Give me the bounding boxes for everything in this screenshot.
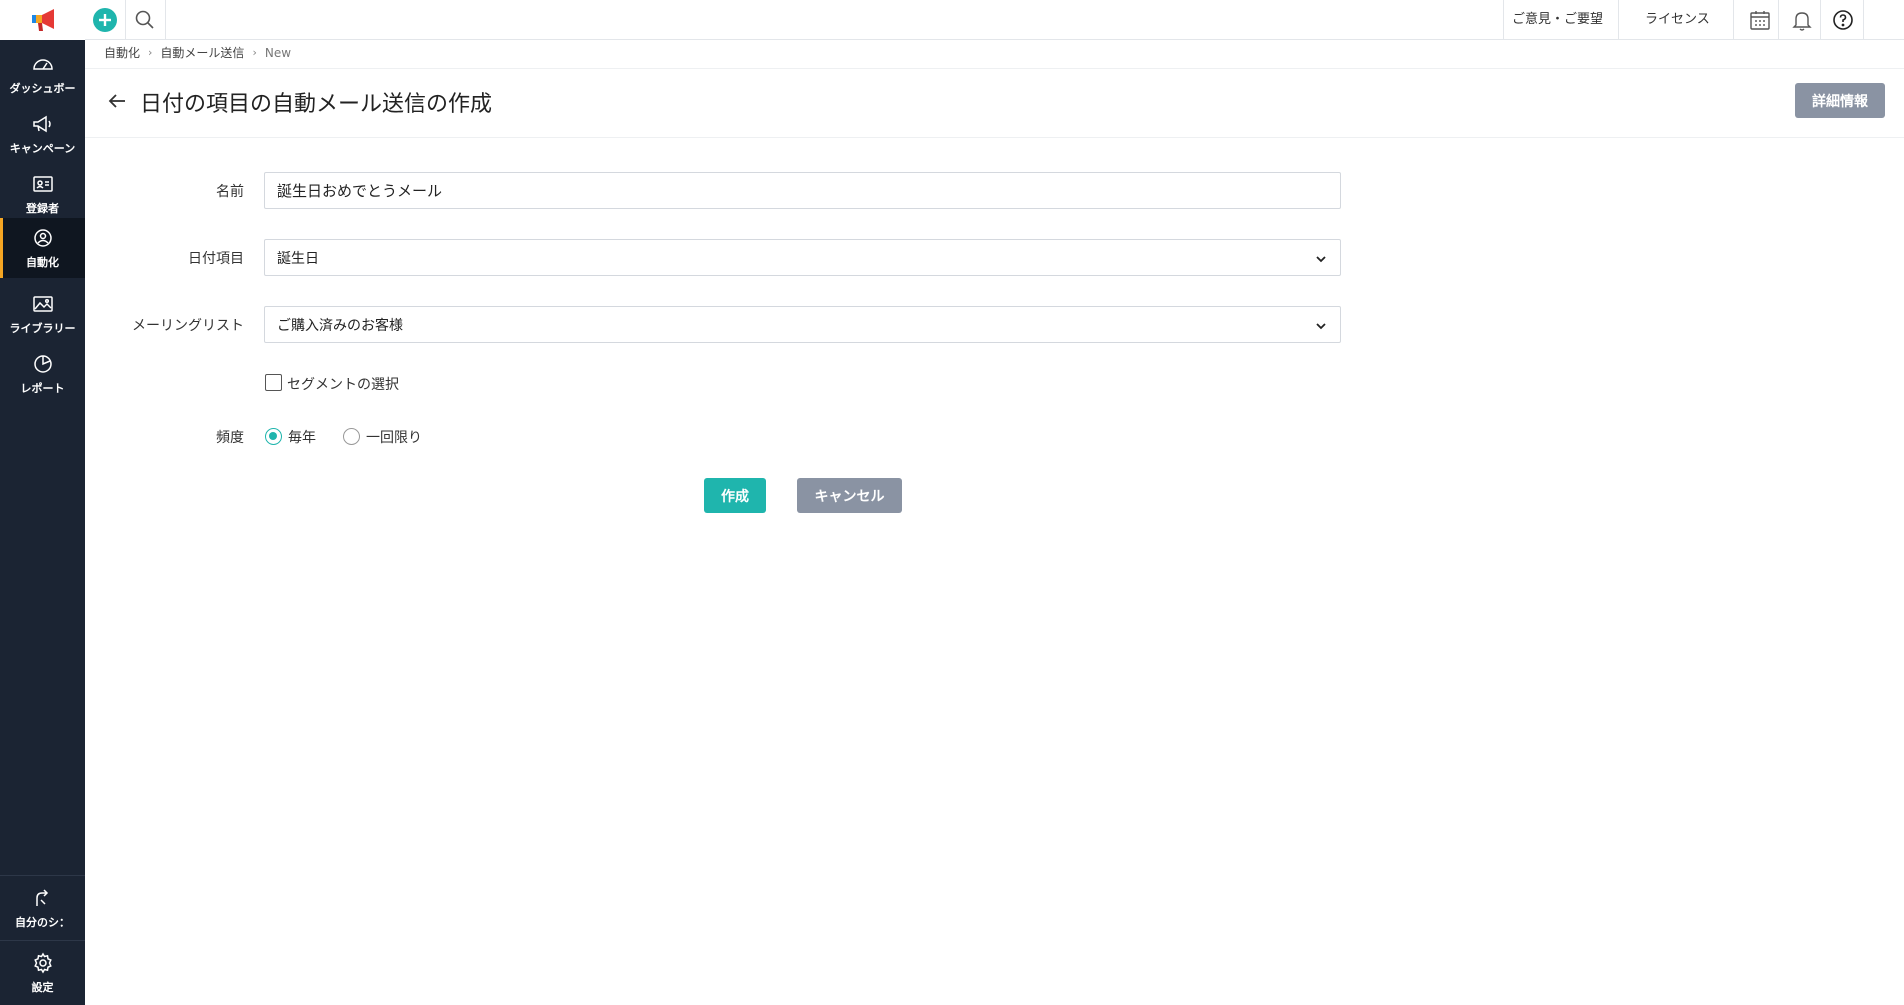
- mailing-list-label: メーリングリスト: [132, 318, 244, 334]
- topbar-divider: [1863, 0, 1864, 40]
- name-input[interactable]: 誕生日おめでとうメール: [264, 172, 1341, 209]
- page-title: 日付の項目の自動メール送信の作成: [140, 92, 493, 117]
- feedback-link[interactable]: ご意見・ご要望: [1512, 0, 1603, 40]
- mailing-list-select[interactable]: ご購入済みのお客様: [264, 306, 1341, 343]
- segment-checkbox-label[interactable]: セグメントの選択: [287, 374, 399, 394]
- sidebar-item-contacts[interactable]: 登録者: [0, 164, 85, 224]
- details-button[interactable]: 詳細情報: [1795, 83, 1885, 118]
- topbar-divider: [1820, 0, 1821, 40]
- sidebar-item-label: ダッシュボー: [9, 82, 76, 95]
- sidebar-divider: [0, 875, 85, 876]
- divider: [85, 68, 1904, 69]
- app-logo[interactable]: [0, 0, 85, 40]
- gear-icon: [33, 952, 52, 974]
- sidebar-item-label: レポート: [20, 382, 65, 395]
- calendar-icon[interactable]: [1748, 8, 1772, 32]
- dashboard-icon: [32, 59, 53, 70]
- share-icon: [35, 889, 48, 906]
- sidebar-item-label: 自動化: [26, 256, 59, 269]
- frequency-label: 頻度: [216, 430, 244, 446]
- sidebar-item-label: ライブラリー: [9, 322, 76, 335]
- bell-icon[interactable]: [1790, 8, 1814, 32]
- frequency-yearly-label[interactable]: 毎年: [288, 427, 316, 447]
- cancel-button[interactable]: キャンセル: [797, 478, 902, 513]
- search-icon[interactable]: [133, 8, 157, 32]
- name-label: 名前: [216, 184, 244, 200]
- sidebar-item-automation[interactable]: 自動化: [0, 218, 85, 278]
- breadcrumb: 自動化 › 自動メール送信 › New: [104, 44, 291, 61]
- chevron-down-icon: [1316, 323, 1326, 330]
- plus-icon: [99, 14, 111, 26]
- date-field-select[interactable]: 誕生日: [264, 239, 1341, 276]
- date-field-select-value: 誕生日: [277, 250, 319, 267]
- topbar-divider: [125, 0, 126, 40]
- sidebar-item-library[interactable]: ライブラリー: [0, 284, 85, 344]
- sidebar-item-reports[interactable]: レポート: [0, 344, 85, 404]
- sidebar-divider: [0, 940, 85, 941]
- megaphone-logo-icon: [31, 9, 54, 31]
- megaphone-icon: [32, 115, 51, 133]
- add-button[interactable]: [93, 8, 117, 32]
- frequency-yearly-radio[interactable]: [265, 428, 282, 445]
- topbar-divider: [165, 0, 166, 40]
- frequency-once-radio[interactable]: [343, 428, 360, 445]
- image-icon: [32, 296, 53, 312]
- sidebar-item-label: 自分のシ：: [15, 916, 70, 929]
- breadcrumb-item[interactable]: 自動化: [104, 44, 140, 61]
- chevron-down-icon: [1316, 256, 1326, 263]
- sidebar-item-label: 設定: [31, 981, 54, 994]
- contact-card-icon: [32, 176, 53, 192]
- topbar-divider: [1733, 0, 1734, 40]
- name-input-value: 誕生日おめでとうメール: [277, 182, 443, 200]
- sidebar: ダッシュボー キャンペーン 登録者 自動化 ライブラリー レポート 自分のシ： …: [0, 0, 85, 1005]
- sidebar-item-campaigns[interactable]: キャンペーン: [0, 104, 85, 164]
- license-link[interactable]: ライセンス: [1645, 0, 1710, 40]
- mailing-list-select-value: ご購入済みのお客様: [277, 317, 403, 334]
- sidebar-item-label: 登録者: [26, 202, 59, 215]
- breadcrumb-current: New: [264, 45, 292, 60]
- date-field-label: 日付項目: [188, 251, 244, 267]
- topbar-divider: [1503, 0, 1504, 40]
- topbar-divider: [1618, 0, 1619, 40]
- sidebar-item-my-share[interactable]: 自分のシ：: [0, 878, 85, 938]
- breadcrumb-separator-icon: ›: [148, 46, 153, 59]
- sidebar-item-label: キャンペーン: [9, 142, 76, 155]
- pie-chart-icon: [33, 355, 52, 373]
- segment-checkbox[interactable]: [265, 374, 282, 391]
- sidebar-item-settings[interactable]: 設定: [0, 943, 85, 1003]
- top-bar: ご意見・ご要望 ライセンス: [85, 0, 1904, 40]
- back-arrow-icon[interactable]: [106, 90, 128, 112]
- frequency-once-label[interactable]: 一回限り: [366, 427, 422, 447]
- sidebar-item-dashboard[interactable]: ダッシュボー: [0, 44, 85, 104]
- help-icon[interactable]: [1831, 8, 1855, 32]
- topbar-divider: [1778, 0, 1779, 40]
- automation-icon: [33, 229, 52, 247]
- breadcrumb-separator-icon: ›: [252, 46, 257, 59]
- breadcrumb-item[interactable]: 自動メール送信: [160, 44, 244, 61]
- divider: [85, 137, 1904, 138]
- create-button[interactable]: 作成: [704, 478, 766, 513]
